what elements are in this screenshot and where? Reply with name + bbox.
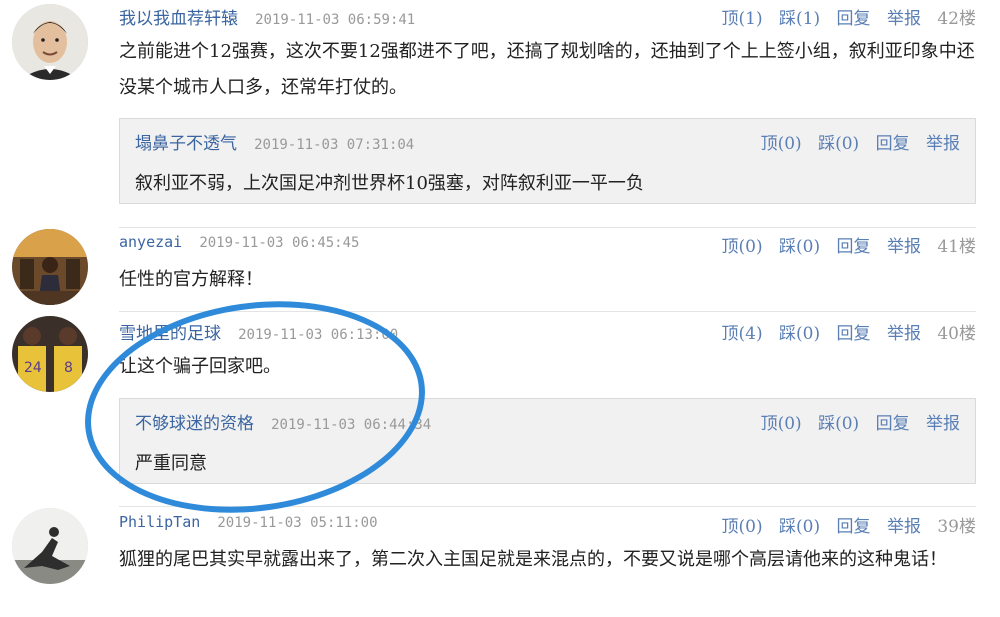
comment-text: 让这个骗子回家吧。 bbox=[119, 356, 281, 377]
downvote-button[interactable]: 踩(0) bbox=[779, 517, 820, 537]
comment-text: 狐狸的尾巴其实早就露出来了，第二次入主国足就是来混点的，不要又说是哪个高层请他来… bbox=[119, 549, 947, 570]
user-avatar-icon bbox=[12, 4, 88, 80]
report-button[interactable]: 举报 bbox=[926, 134, 960, 154]
comment-meta: PhilipTan 2019-11-03 05:11:00 顶(0) 踩(0) … bbox=[119, 512, 976, 542]
avatar[interactable] bbox=[12, 4, 88, 80]
reply-button[interactable]: 回复 bbox=[837, 517, 871, 537]
floor-number: 40楼 bbox=[937, 324, 976, 344]
report-button[interactable]: 举报 bbox=[887, 9, 921, 29]
upvote-button[interactable]: 顶(4) bbox=[722, 324, 763, 344]
svg-text:24: 24 bbox=[24, 360, 42, 376]
username-link[interactable]: 塌鼻子不透气 bbox=[135, 134, 237, 154]
reply-button[interactable]: 回复 bbox=[876, 134, 910, 154]
comment-actions: 顶(4) 踩(0) 回复 举报 40楼 bbox=[711, 319, 976, 344]
floor-number: 39楼 bbox=[937, 517, 976, 537]
reply-text: 严重同意 bbox=[135, 453, 207, 474]
comment-time: 2019-11-03 05:11:00 bbox=[217, 515, 378, 531]
upvote-button[interactable]: 顶(0) bbox=[761, 134, 802, 154]
upvote-button[interactable]: 顶(0) bbox=[722, 237, 763, 257]
report-button[interactable]: 举报 bbox=[926, 414, 960, 434]
username-link[interactable]: 我以我血荐轩辕 bbox=[119, 9, 238, 29]
reply-button[interactable]: 回复 bbox=[837, 237, 871, 257]
reply-box: 不够球迷的资格 2019-11-03 06:44:34 顶(0) 踩(0) 回复… bbox=[119, 398, 976, 484]
divider bbox=[119, 227, 976, 228]
comment-actions: 顶(1) 踩(1) 回复 举报 42楼 bbox=[711, 4, 976, 29]
user-avatar-icon: 24 8 bbox=[12, 316, 88, 392]
reply-button[interactable]: 回复 bbox=[876, 414, 910, 434]
username-link[interactable]: 雪地里的足球 bbox=[119, 324, 221, 344]
comment-time: 2019-11-03 06:45:45 bbox=[199, 235, 360, 251]
upvote-button[interactable]: 顶(0) bbox=[761, 414, 802, 434]
comment-time: 2019-11-03 06:13:00 bbox=[238, 327, 399, 343]
reply-time: 2019-11-03 07:31:04 bbox=[254, 137, 415, 153]
comment-meta: 雪地里的足球 2019-11-03 06:13:00 顶(4) 踩(0) 回复 … bbox=[119, 319, 976, 349]
downvote-button[interactable]: 踩(0) bbox=[779, 324, 820, 344]
comment-meta: 我以我血荐轩辕 2019-11-03 06:59:41 顶(1) 踩(1) 回复… bbox=[119, 4, 976, 34]
report-button[interactable]: 举报 bbox=[887, 237, 921, 257]
svg-text:8: 8 bbox=[64, 360, 73, 376]
reply-button[interactable]: 回复 bbox=[837, 324, 871, 344]
report-button[interactable]: 举报 bbox=[887, 517, 921, 537]
divider bbox=[119, 506, 976, 507]
report-button[interactable]: 举报 bbox=[887, 324, 921, 344]
reply-text: 叙利亚不弱，上次国足冲剂世界杯10强塞，对阵叙利亚一平一负 bbox=[135, 173, 644, 194]
downvote-button[interactable]: 踩(0) bbox=[818, 134, 859, 154]
downvote-button[interactable]: 踩(0) bbox=[779, 237, 820, 257]
reply-box: 塌鼻子不透气 2019-11-03 07:31:04 顶(0) 踩(0) 回复 … bbox=[119, 118, 976, 204]
reply-actions: 顶(0) 踩(0) 回复 举报 bbox=[750, 409, 960, 434]
comment-actions: 顶(0) 踩(0) 回复 举报 41楼 bbox=[711, 232, 976, 257]
upvote-button[interactable]: 顶(1) bbox=[722, 9, 763, 29]
floor-number: 42楼 bbox=[937, 9, 976, 29]
reply-button[interactable]: 回复 bbox=[837, 9, 871, 29]
downvote-button[interactable]: 踩(1) bbox=[779, 9, 820, 29]
comment-text: 任性的官方解释！ bbox=[119, 269, 263, 290]
reply-time: 2019-11-03 06:44:34 bbox=[271, 417, 432, 433]
user-avatar-icon bbox=[12, 229, 88, 305]
avatar[interactable] bbox=[12, 229, 88, 305]
divider bbox=[119, 311, 976, 312]
username-link[interactable]: 不够球迷的资格 bbox=[135, 414, 254, 434]
upvote-button[interactable]: 顶(0) bbox=[722, 517, 763, 537]
reply-meta: 塌鼻子不透气 2019-11-03 07:31:04 顶(0) 踩(0) 回复 … bbox=[135, 129, 960, 154]
comment-text: 之前能进个12强赛，这次不要12强都进不了吧，还搞了规划啥的，还抽到了个上上签小… bbox=[119, 41, 975, 98]
avatar[interactable]: 24 8 bbox=[12, 316, 88, 392]
user-avatar-icon bbox=[12, 508, 88, 584]
floor-number: 41楼 bbox=[937, 237, 976, 257]
downvote-button[interactable]: 踩(0) bbox=[818, 414, 859, 434]
reply-actions: 顶(0) 踩(0) 回复 举报 bbox=[750, 129, 960, 154]
avatar[interactable] bbox=[12, 508, 88, 584]
username-link[interactable]: anyezai bbox=[119, 233, 182, 251]
comment-actions: 顶(0) 踩(0) 回复 举报 39楼 bbox=[711, 512, 976, 537]
comment-time: 2019-11-03 06:59:41 bbox=[255, 12, 416, 28]
reply-meta: 不够球迷的资格 2019-11-03 06:44:34 顶(0) 踩(0) 回复… bbox=[135, 409, 960, 434]
comment-meta: anyezai 2019-11-03 06:45:45 顶(0) 踩(0) 回复… bbox=[119, 232, 976, 262]
username-link[interactable]: PhilipTan bbox=[119, 513, 200, 531]
